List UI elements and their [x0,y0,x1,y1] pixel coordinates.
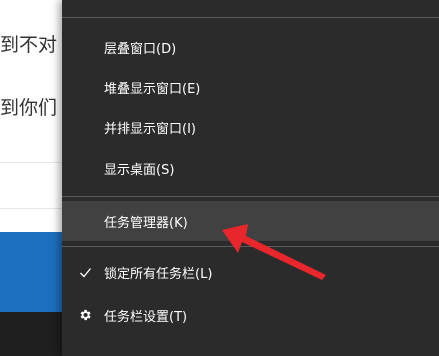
background-text: 到你们 [0,97,58,119]
background-divider [0,208,70,209]
menu-item-label: 锁定所有任务栏(L) [104,266,213,282]
gear-icon [77,307,93,323]
menu-item-label: 层叠窗口(D) [104,41,177,57]
background-text: 到不对 [0,34,58,56]
background-divider [0,162,70,163]
menu-item-label: 并排显示窗口(I) [104,121,196,137]
menu-item-side-by-side[interactable]: 并排显示窗口(I) [62,107,439,147]
menu-item-label: 任务栏设置(T) [104,309,188,325]
menu-item-show-desktop[interactable]: 显示桌面(S) [62,148,439,188]
menu-separator [62,17,439,18]
taskbar[interactable] [0,312,70,356]
menu-item-label: 堆叠显示窗口(E) [104,81,201,97]
menu-separator [62,196,439,197]
taskbar-context-menu: 层叠窗口(D) 堆叠显示窗口(E) 并排显示窗口(I) 显示桌面(S) 任务管理… [62,0,439,356]
menu-item-cascade-windows[interactable]: 层叠窗口(D) [62,27,439,67]
menu-item-stack-windows[interactable]: 堆叠显示窗口(E) [62,67,439,107]
menu-item-label: 任务管理器(K) [104,215,188,231]
menu-item-task-manager[interactable]: 任务管理器(K) [62,201,439,241]
menu-item-lock-taskbars[interactable]: 锁定所有任务栏(L) [62,252,439,292]
checkmark-icon [77,264,93,280]
menu-item-taskbar-settings[interactable]: 任务栏设置(T) [62,295,439,335]
menu-item-label: 显示桌面(S) [104,162,175,178]
screen: 到不对 到你们 层叠窗口(D) 堆叠显示窗口(E) 并排显示窗口(I) 显示桌面… [0,0,439,356]
menu-separator [62,246,439,247]
background-blue-panel [0,232,70,312]
